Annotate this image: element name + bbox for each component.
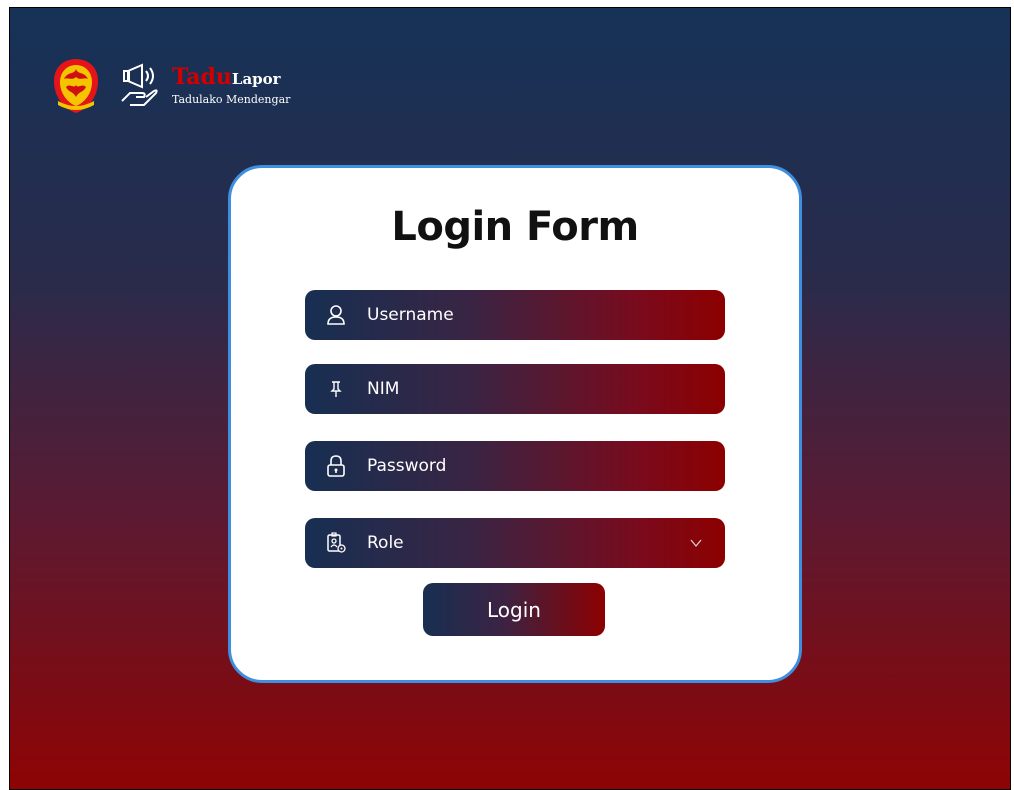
brand-text: TaduLapor Tadulako Mendengar xyxy=(172,66,290,106)
megaphone-hand-icon xyxy=(121,63,158,106)
role-select[interactable]: Role xyxy=(305,518,725,568)
password-placeholder: Password xyxy=(367,456,447,476)
form-title: Login Form xyxy=(391,204,639,250)
role-placeholder: Role xyxy=(367,533,404,553)
chevron-down-icon xyxy=(690,539,702,548)
login-card: Login Form Username NIM Password Role Lo… xyxy=(228,165,802,683)
nim-field[interactable]: NIM xyxy=(305,364,725,414)
nim-placeholder: NIM xyxy=(367,379,400,399)
university-emblem-icon xyxy=(54,59,98,113)
lock-icon xyxy=(327,455,345,477)
password-field[interactable]: Password xyxy=(305,441,725,491)
page-background: TaduLapor Tadulako Mendengar Login Form … xyxy=(9,7,1011,790)
login-button[interactable]: Login xyxy=(423,583,605,636)
username-field[interactable]: Username xyxy=(305,290,725,340)
id-badge-icon xyxy=(327,532,346,553)
brand-header: TaduLapor Tadulako Mendengar xyxy=(50,56,290,116)
username-placeholder: Username xyxy=(367,305,454,325)
pin-icon xyxy=(330,381,342,397)
brand-name-part1: Tadu xyxy=(172,64,232,90)
brand-name-part2: Lapor xyxy=(231,70,281,88)
user-icon xyxy=(327,305,345,325)
brand-tagline: Tadulako Mendengar xyxy=(172,93,291,106)
brand-name: TaduLapor xyxy=(172,66,290,90)
